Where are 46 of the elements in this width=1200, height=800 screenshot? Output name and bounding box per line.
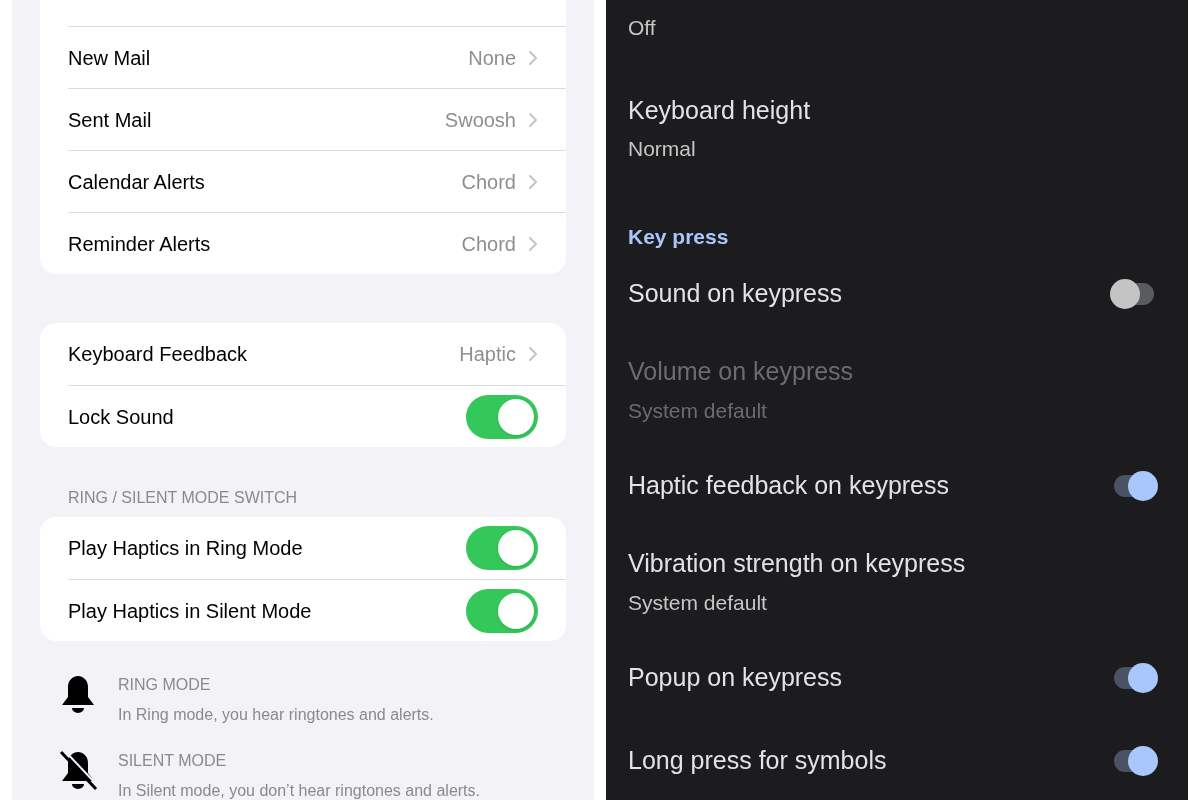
setting-subtitle: System default [628, 589, 768, 616]
row-value: None [468, 45, 516, 71]
row-value: Chord [461, 169, 516, 195]
setting-row[interactable]: Sound on keypress [606, 252, 1188, 335]
mode-title: RING MODE [118, 675, 212, 695]
chevron-icon [528, 346, 538, 362]
setting-title: Volume on keypress [628, 356, 855, 387]
setting-row[interactable]: Haptic feedback on keypress [606, 444, 1188, 527]
row-label[interactable]: Keyboard Feedback [68, 339, 460, 369]
setting-row[interactable]: Off [606, 0, 1188, 74]
chevron-icon [528, 173, 538, 190]
chevron-icon [528, 111, 538, 128]
row-value: Haptic [459, 342, 516, 367]
setting-title: Long press for symbols [628, 744, 888, 776]
setting-row[interactable]: Popup on keypress [606, 636, 1188, 719]
setting-title: Sound on keypress [628, 277, 844, 309]
section-header: RING / SILENT MODE SWITCH [67, 488, 299, 508]
toggle-switch[interactable] [466, 526, 538, 570]
row-label[interactable]: New Mail [68, 42, 469, 73]
section-header: Key press [627, 223, 730, 250]
setting-row[interactable]: Long press for symbols [606, 719, 1188, 800]
chevron-icon [528, 49, 538, 66]
toggle-switch[interactable] [466, 588, 538, 633]
muted-bell-icon [58, 749, 98, 793]
row-label[interactable]: Lock Sound [68, 401, 466, 432]
setting-title: Vibration strength on keypress [628, 548, 967, 579]
toggle-switch[interactable] [466, 394, 538, 439]
row-label[interactable]: Sent Mail [68, 104, 445, 135]
mode-description: In Ring mode, you hear ringtones and alerts. [118, 705, 434, 725]
mode-description: In Silent mode, you don’t hear ringtones and alerts. [118, 781, 480, 800]
setting-row[interactable]: Vibration strength on keypress System default [606, 527, 1188, 636]
row-label[interactable]: Play Haptics in Ring Mode [68, 533, 466, 563]
row-value: Chord [461, 231, 516, 257]
row-value: Swoosh [444, 107, 516, 133]
setting-title: Haptic feedback on keypress [628, 469, 950, 501]
setting-title: Keyboard height [628, 94, 812, 126]
setting-subtitle: System default [628, 397, 768, 424]
setting-subtitle: Off [628, 15, 657, 41]
setting-subtitle: Normal [628, 136, 697, 162]
setting-title: Popup on keypress [628, 661, 844, 693]
row-label[interactable]: Play Haptics in Silent Mode [68, 595, 466, 626]
chevron-icon [528, 235, 538, 252]
setting-row[interactable]: Keyboard height Normal [606, 73, 1188, 183]
row-label[interactable]: Calendar Alerts [68, 166, 462, 197]
mode-title: SILENT MODE [118, 751, 228, 771]
row-label[interactable]: Reminder Alerts [68, 228, 462, 259]
